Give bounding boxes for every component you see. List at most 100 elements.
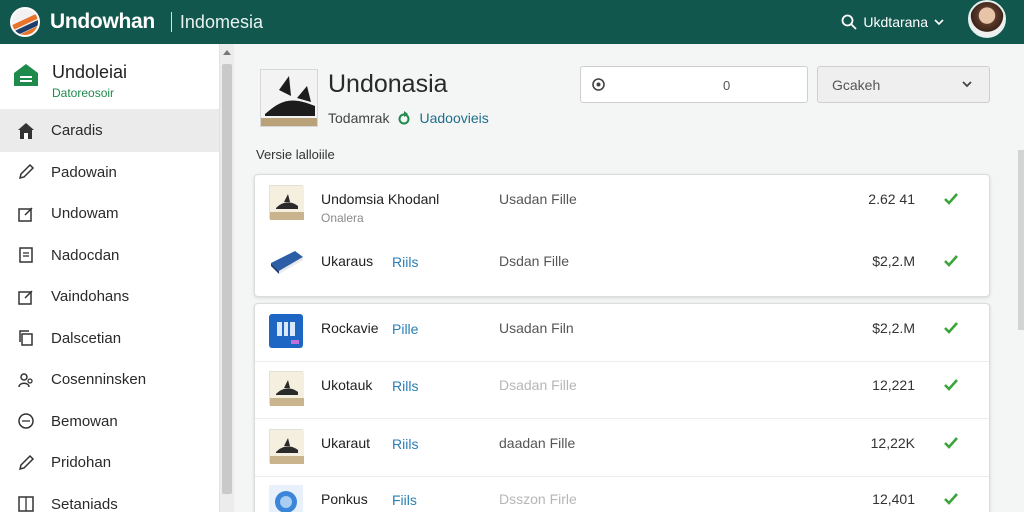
check-icon — [943, 435, 959, 451]
globe-icon — [16, 411, 36, 431]
home-icon — [16, 121, 36, 141]
file-thumbnail — [269, 185, 304, 220]
brand-name: Undowhan — [50, 10, 155, 33]
file-row[interactable]: Ukotauk Rills Dsadan Fille 12,221 — [255, 361, 989, 418]
user-name: Ukdtarana — [863, 14, 928, 30]
file-type: daadan Fille — [499, 435, 576, 451]
header-divider — [170, 12, 172, 32]
users-icon — [16, 370, 36, 390]
file-row[interactable]: Ponkus Fiils Dsszon Firle 12,401 — [255, 475, 989, 512]
sidebar-title: Undoleiai — [52, 62, 128, 82]
pen-icon — [16, 453, 36, 473]
search-icon — [592, 77, 605, 91]
sidebar-item-label: Nadocdan — [51, 246, 120, 264]
document-link[interactable]: Uadoovieis — [419, 110, 488, 126]
check-icon — [943, 377, 959, 393]
edit-box-icon — [16, 204, 36, 224]
sidebar-scrollbar[interactable] — [220, 44, 234, 512]
sidebar-subtitle: Datoreosoir — [52, 86, 115, 100]
file-row[interactable]: Ukaraus Riils Dsdan Fille $2,2.M — [255, 237, 989, 294]
avatar[interactable] — [968, 0, 1006, 38]
file-row[interactable]: Rockavie Pille Usadan Filn $2,2.M — [255, 304, 989, 361]
check-icon — [943, 191, 959, 207]
search-icon[interactable] — [841, 14, 858, 30]
document-title: Undonasia — [328, 70, 448, 98]
file-size: $2,2.M — [872, 320, 915, 336]
sidebar-item-label: Pridohan — [51, 454, 112, 472]
file-type: Usadan Filn — [499, 320, 574, 336]
file-name: Rockavie — [321, 320, 379, 336]
file-type: Dsszon Firle — [499, 491, 577, 507]
sidebar-item-setaniads[interactable]: Setaniads — [0, 484, 219, 512]
sidebar-item-label: Undowam — [51, 205, 119, 223]
sidebar-item-label: Setaniads — [51, 495, 118, 512]
sidebar-item-label: Caradis — [51, 122, 103, 140]
file-type: Dsdan Fille — [499, 253, 570, 269]
file-size: 2.62 41 — [868, 191, 915, 207]
file-thumbnail — [269, 371, 304, 406]
file-thumbnail — [269, 314, 303, 348]
user-menu[interactable]: Ukdtarana — [841, 0, 944, 44]
sidebar-item-cosenninsken[interactable]: Cosenninsken — [0, 359, 219, 401]
filter-select[interactable]: Gcakeh — [817, 66, 990, 103]
main-content: Undonasia Todamrak Uadoovieis 0 Gcakeh V… — [234, 44, 1024, 512]
sidebar-item-undowam[interactable]: Undowam — [0, 193, 219, 235]
document-owner: Todamrak — [328, 110, 390, 126]
file-size: 12,401 — [872, 491, 915, 507]
file-name: Ukaraut — [321, 435, 371, 451]
sidebar-item-vaindohans[interactable]: Vaindohans — [0, 276, 219, 318]
document-meta: Todamrak Uadoovieis — [328, 110, 489, 126]
sidebar-item-label: Cosenninsken — [51, 371, 147, 389]
file-size: 12,221 — [872, 377, 915, 393]
sidebar-header: Undoleiai Datoreosoir — [0, 44, 219, 110]
check-icon — [943, 320, 959, 336]
file-name: Ponkus — [321, 491, 368, 507]
grid-icon — [16, 494, 36, 512]
sidebar-item-pridohan[interactable]: Pridohan — [0, 442, 219, 484]
file-size: 12,22K — [870, 435, 915, 451]
file-tag-link[interactable]: Riils — [392, 436, 418, 452]
sidebar-item-nadocdan[interactable]: Nadocdan — [0, 235, 219, 277]
sidebar: Undoleiai Datoreosoir Caradis Padowain Und… — [0, 44, 220, 512]
file-row[interactable]: Undomsia Khodanl Onalera Usadan Fille 2.62 … — [255, 175, 989, 232]
file-tag-link[interactable]: Pille — [392, 321, 418, 337]
file-tag-link[interactable]: Rills — [392, 378, 418, 394]
section-label: Versie lalloiile — [256, 147, 335, 162]
copy-icon — [16, 328, 36, 348]
app-logo[interactable] — [10, 7, 40, 37]
file-card-list: Rockavie Pille Usadan Filn $2,2.M Ukotauk Ril… — [254, 303, 990, 512]
region-label: Indomesia — [179, 11, 263, 32]
sidebar-item-label: Vaindohans — [51, 288, 130, 306]
home-badge-icon — [12, 62, 40, 88]
file-row[interactable]: Ukaraut Riils daadan Fille 12,22K — [255, 419, 989, 476]
sidebar-nav: Caradis Padowain Undowam Nadocdan Vaindohans… — [0, 110, 219, 512]
file-thumbnail — [269, 429, 304, 464]
refresh-icon — [398, 111, 410, 125]
file-name: Ukotauk — [321, 377, 373, 393]
file-card-primary: Undomsia Khodanl Onalera Usadan Fille 2.62 … — [254, 174, 990, 297]
sidebar-item-label: Padowain — [51, 163, 117, 181]
check-icon — [943, 491, 959, 507]
file-name: Undomsia Khodanl — [321, 191, 440, 207]
file-type: Usadan Fille — [499, 191, 577, 207]
document-icon — [16, 245, 36, 265]
top-bar: Undowhan Indomesia Ukdtarana — [0, 0, 1024, 44]
file-subtitle: Onalera — [321, 211, 364, 225]
pen-icon — [16, 162, 36, 182]
sidebar-item-caradis[interactable]: Caradis — [0, 110, 219, 152]
file-type: Dsadan Fille — [499, 377, 577, 393]
search-input[interactable]: 0 — [580, 66, 808, 103]
sidebar-item-bemowan[interactable]: Bemowan — [0, 401, 219, 443]
check-icon — [943, 253, 959, 269]
file-tag-link[interactable]: Riils — [392, 254, 418, 270]
sidebar-item-label: Dalscetian — [51, 329, 122, 347]
sidebar-item-dalscetian[interactable]: Dalscetian — [0, 318, 219, 360]
edit-box-icon — [16, 287, 36, 307]
file-tag-link[interactable]: Fiils — [392, 492, 417, 508]
chevron-down-icon — [934, 19, 944, 26]
file-thumbnail — [269, 247, 303, 281]
filter-selected: Gcakeh — [832, 76, 881, 93]
document-thumbnail — [260, 69, 318, 127]
sidebar-item-padowain[interactable]: Padowain — [0, 152, 219, 194]
chevron-down-icon — [962, 81, 972, 88]
